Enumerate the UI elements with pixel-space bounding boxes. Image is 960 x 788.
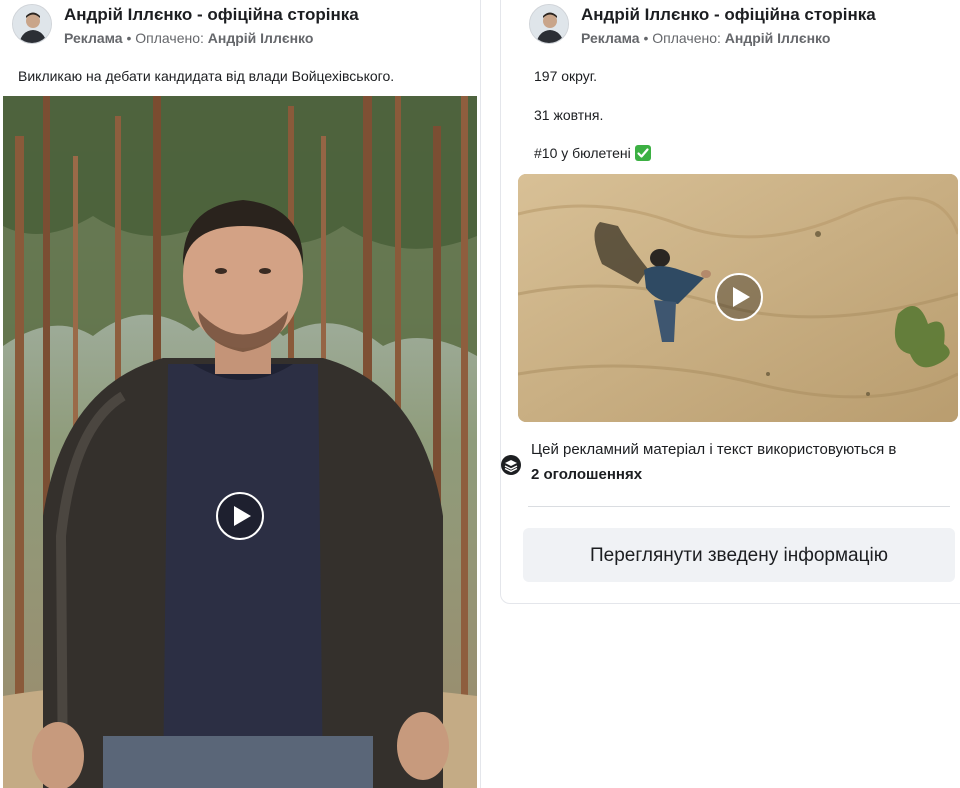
usage-text: Цей рекламний матеріал і текст використо… (531, 441, 897, 458)
ad-body-line-1: 197 округ. (534, 68, 598, 84)
play-icon (733, 287, 750, 307)
play-button[interactable] (216, 492, 264, 540)
paid-by-label: Оплачено: (652, 30, 721, 46)
usage-note: Цей рекламний матеріал і текст використо… (501, 438, 960, 488)
ballot-number-text: #10 у бюлетені (534, 145, 631, 161)
stacked-layers-icon (501, 455, 521, 475)
video-thumbnail (3, 96, 477, 788)
divider (528, 506, 950, 507)
paid-by-label: Оплачено: (135, 30, 204, 46)
ad-body-line-2: 31 жовтня. (534, 107, 604, 123)
separator: • (639, 30, 653, 46)
paid-by-name: Андрій Іллєнко (207, 30, 314, 46)
page-name-link[interactable]: Андрій Іллєнко - офіційна сторінка (581, 5, 876, 25)
page-name-link[interactable]: Андрій Іллєнко - офіційна сторінка (64, 5, 359, 25)
ad-video[interactable] (518, 174, 958, 422)
play-button[interactable] (715, 273, 763, 321)
sponsor-line: Реклама • Оплачено: Андрій Іллєнко (581, 30, 830, 46)
usage-count-link[interactable]: 2 оголошеннях (531, 466, 642, 483)
avatar[interactable] (529, 4, 569, 44)
play-icon (234, 506, 251, 526)
sponsored-label: Реклама (64, 30, 123, 46)
ad-card-2: Андрій Іллєнко - офіційна сторінка Рекла… (500, 0, 960, 604)
sponsored-label: Реклама (581, 30, 640, 46)
ad-video[interactable] (3, 96, 477, 788)
ad-body-line-3: #10 у бюлетені (534, 145, 651, 161)
view-summary-button[interactable]: Переглянути зведену інформацію (523, 528, 955, 582)
check-box-emoji (634, 145, 651, 161)
ad-body-text: Викликаю на дебати кандидата від влади В… (18, 68, 395, 84)
sponsor-line: Реклама • Оплачено: Андрій Іллєнко (64, 30, 313, 46)
avatar[interactable] (12, 4, 52, 44)
ad-card-1: Андрій Іллєнко - офіційна сторінка Рекла… (0, 0, 481, 788)
paid-by-name: Андрій Іллєнко (724, 30, 831, 46)
separator: • (122, 30, 136, 46)
